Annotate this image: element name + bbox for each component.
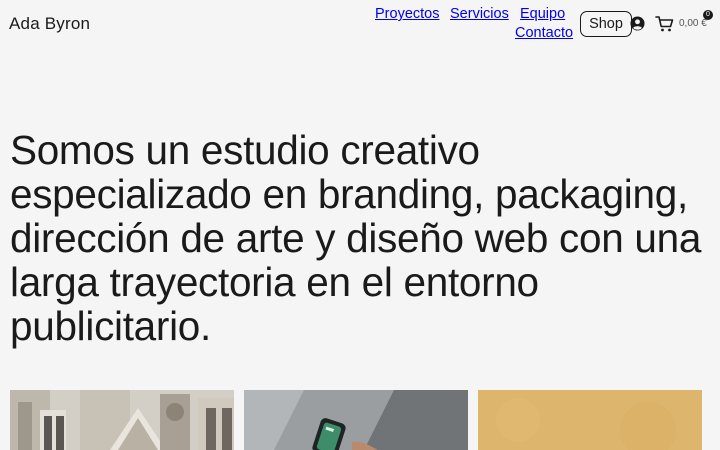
building-facade-image	[10, 390, 234, 450]
nav-link-team[interactable]: Equipo	[520, 6, 565, 22]
nav-link-services[interactable]: Servicios	[450, 6, 509, 22]
shop-button[interactable]: Shop	[580, 11, 632, 37]
nav-link-contact[interactable]: Contacto	[515, 25, 573, 41]
nav-link-projects[interactable]: Proyectos	[375, 6, 439, 22]
hero-statement: Somos un estudio creativo especializado …	[10, 127, 702, 349]
project-thumbnail-mobile-app[interactable]	[244, 390, 468, 450]
brand-logo[interactable]: Ada Byron	[9, 14, 90, 34]
page: Ada Byron Proyectos Servicios Equipo Con…	[0, 0, 720, 450]
cart-total[interactable]: 0,00 €	[679, 18, 707, 29]
project-thumbnail-textured-paper[interactable]	[478, 390, 702, 450]
shopping-cart-icon[interactable]	[655, 15, 675, 33]
project-thumbnail-architecture[interactable]	[10, 390, 234, 450]
account-icon[interactable]	[630, 16, 645, 31]
sand-texture-image	[478, 390, 702, 450]
phone-in-hand-image	[244, 390, 468, 450]
